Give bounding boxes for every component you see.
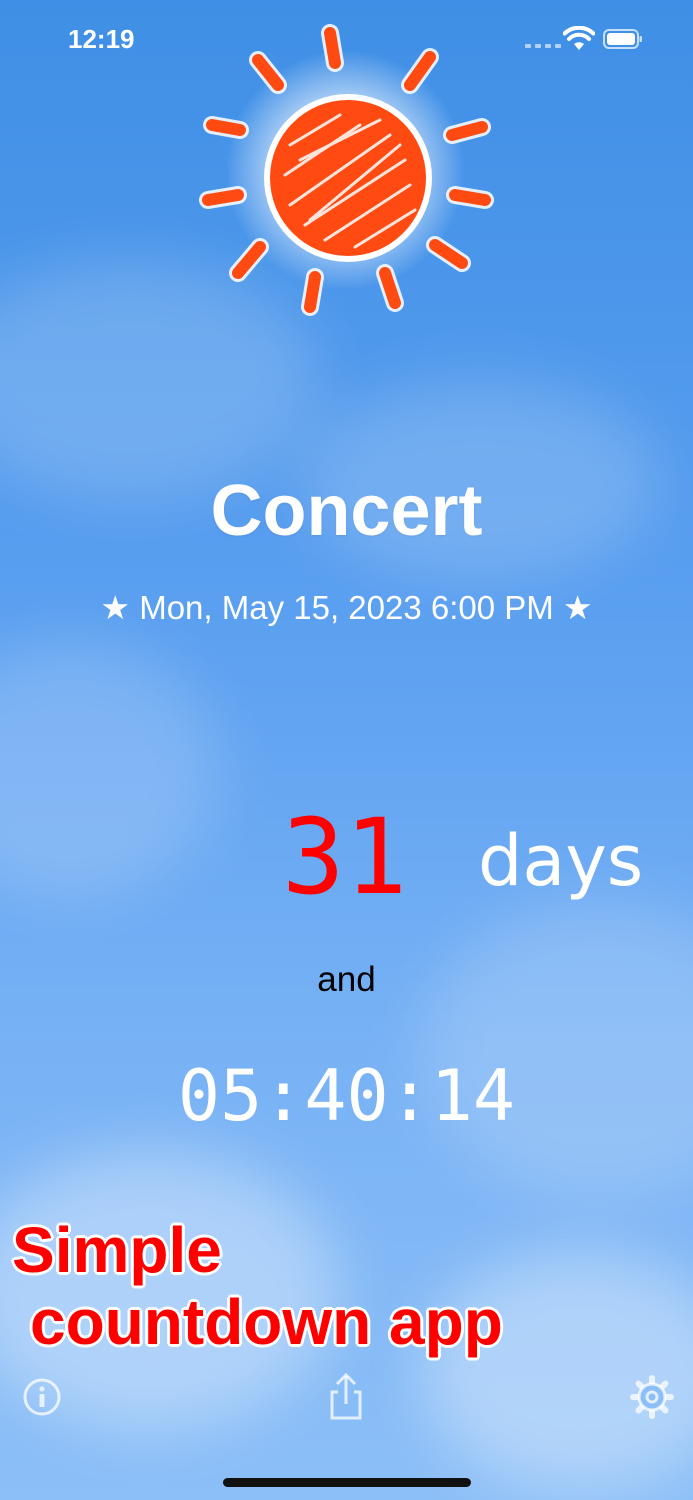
home-indicator[interactable] bbox=[223, 1478, 471, 1487]
promo-line-1: Simple bbox=[12, 1214, 222, 1286]
gear-icon bbox=[630, 1375, 674, 1419]
wifi-icon bbox=[563, 26, 595, 50]
promo-line-2: countdown app bbox=[30, 1286, 503, 1358]
status-time: 12:19 bbox=[68, 24, 135, 54]
cellular-signal-icon bbox=[525, 44, 561, 48]
settings-button[interactable] bbox=[628, 1372, 676, 1422]
share-button[interactable] bbox=[322, 1372, 370, 1422]
days-count: 31 bbox=[282, 796, 408, 918]
and-label: and bbox=[317, 960, 376, 999]
share-icon bbox=[330, 1372, 362, 1420]
event-title: Concert bbox=[210, 471, 483, 551]
sun-icon bbox=[199, 24, 494, 316]
event-date: ★ Mon, May 15, 2023 6:00 PM ★ bbox=[100, 589, 593, 626]
info-icon bbox=[23, 1378, 61, 1416]
time-remaining: 05:40:14 bbox=[177, 1055, 516, 1137]
battery-icon bbox=[603, 29, 642, 49]
info-button[interactable] bbox=[18, 1372, 66, 1422]
days-label: days bbox=[478, 820, 644, 902]
